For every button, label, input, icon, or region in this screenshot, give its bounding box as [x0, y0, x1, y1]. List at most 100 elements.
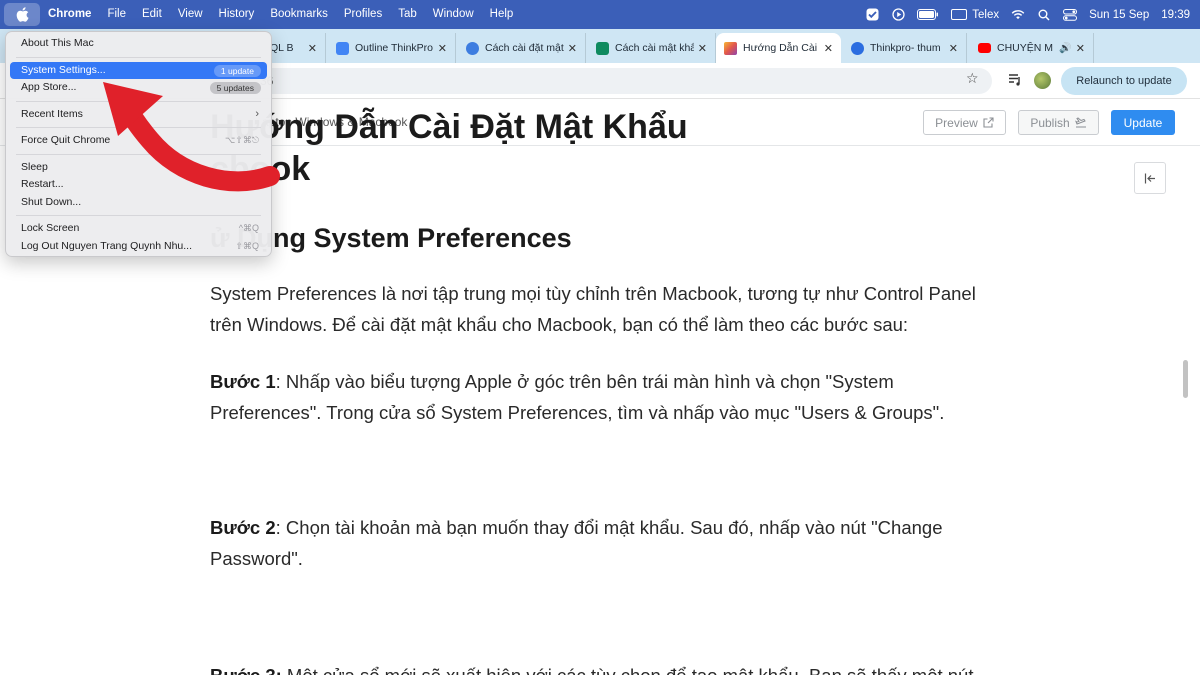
menu-bookmarks[interactable]: Bookmarks — [262, 0, 336, 29]
tab-youtube[interactable]: CHUYỆN M 🔊 ✕ — [970, 33, 1094, 63]
menu-item-label: About This Mac — [21, 37, 94, 49]
close-icon[interactable]: ✕ — [949, 42, 958, 55]
chevron-right-icon: › — [255, 107, 259, 120]
menubar-date[interactable]: Sun 15 Sep — [1089, 9, 1149, 21]
update-button[interactable]: Update — [1111, 110, 1175, 135]
menu-item-label: Recent Items — [21, 107, 83, 120]
airplane-icon — [1074, 117, 1086, 128]
menu-item-system-settings[interactable]: System Settings... 1 update — [10, 61, 267, 79]
menu-window[interactable]: Window — [425, 0, 482, 29]
wifi-icon[interactable] — [1011, 8, 1025, 22]
speaker-icon[interactable]: 🔊 — [1059, 43, 1071, 54]
step-text: : Nhấp vào biểu tượng Apple ở góc trên b… — [210, 371, 945, 423]
publish-label: Publish — [1030, 115, 1070, 130]
menu-item-label: Force Quit Chrome — [21, 134, 111, 146]
tab-outline-thinkpro[interactable]: Outline ThinkPro ✕ — [328, 33, 456, 63]
menu-item-label: System Settings... — [21, 63, 106, 76]
menubar-time[interactable]: 19:39 — [1161, 9, 1190, 21]
menu-item-log-out[interactable]: Log Out Nguyen Trang Quynh Nhu... ⇧⌘Q — [10, 238, 267, 256]
close-icon[interactable]: ✕ — [438, 42, 447, 55]
tab-thinkpro-thumb[interactable]: Thinkpro- thum ✕ — [843, 33, 967, 63]
youtube-icon — [978, 43, 991, 53]
tab-huong-dan-cai[interactable]: Hướng Dẫn Cài ✕ — [716, 33, 841, 63]
update-badge: 5 updates — [209, 82, 261, 94]
site-logo-icon — [724, 41, 737, 55]
article-title-line-1[interactable]: Hướng Dẫn Cài Đặt Mật Khẩu — [210, 108, 688, 147]
relaunch-to-update-button[interactable]: Relaunch to update — [1061, 67, 1187, 95]
tab-cach-cai-dat[interactable]: Cách cài đặt mật ✕ — [458, 33, 586, 63]
tab-label: Cách cài đặt mật — [485, 42, 564, 54]
menu-tab[interactable]: Tab — [390, 0, 425, 29]
menu-item-sleep[interactable]: Sleep — [10, 159, 267, 177]
keyboard-shortcut: ^⌘Q — [238, 223, 259, 233]
preview-button[interactable]: Preview — [923, 110, 1006, 135]
input-method-label: Telex — [972, 8, 1000, 21]
scrollbar-thumb[interactable] — [1183, 360, 1188, 398]
site-icon — [466, 41, 479, 55]
close-icon[interactable]: ✕ — [308, 42, 317, 55]
menu-separator — [16, 153, 261, 155]
step-text: : Chọn tài khoản mà bạn muốn thay đổi mậ… — [210, 517, 943, 569]
keyboard-shortcut: ⇧⌘Q — [235, 240, 259, 251]
menu-separator — [16, 100, 261, 102]
external-link-icon — [983, 117, 994, 128]
address-bar[interactable]: 36 — [200, 68, 992, 94]
menu-item-shut-down[interactable]: Shut Down... — [10, 194, 267, 212]
menu-separator — [16, 215, 261, 216]
collapse-sidebar-button[interactable] — [1134, 162, 1166, 194]
menu-view[interactable]: View — [170, 0, 211, 29]
control-center-icon[interactable] — [1063, 8, 1078, 22]
profile-avatar[interactable] — [1034, 72, 1051, 89]
menu-item-recent-items[interactable]: Recent Items › — [10, 106, 267, 124]
arrow-collapse-icon — [1144, 173, 1155, 183]
update-badge: 1 update — [213, 64, 261, 77]
docs-icon — [336, 41, 349, 55]
article-step-3[interactable]: Bước 3: Một cửa sổ mới sẽ xuất hiện với … — [210, 660, 980, 675]
close-icon[interactable]: ✕ — [1076, 42, 1085, 55]
play-status-icon[interactable] — [891, 8, 905, 22]
tab-label: Thinkpro- thum — [870, 42, 941, 54]
menu-help[interactable]: Help — [482, 0, 522, 29]
menu-item-label: Shut Down... — [21, 195, 82, 208]
search-icon[interactable] — [1037, 8, 1051, 22]
tab-label: CHUYỆN M — [997, 42, 1054, 54]
battery-icon[interactable] — [917, 8, 939, 22]
step-label: Bước 3: — [210, 665, 282, 675]
step-text: Một cửa sổ mới sẽ xuất hiện với các tùy … — [282, 665, 974, 675]
menu-profiles[interactable]: Profiles — [336, 0, 390, 29]
menu-history[interactable]: History — [211, 0, 263, 29]
tab-label: Outline ThinkPro — [355, 42, 434, 54]
close-icon[interactable]: ✕ — [568, 42, 577, 55]
menu-item-restart[interactable]: Restart... — [10, 176, 267, 194]
menu-edit[interactable]: Edit — [134, 0, 170, 29]
article-step-1[interactable]: Bước 1: Nhấp vào biểu tượng Apple ở góc … — [210, 366, 980, 428]
menu-bar: Chrome File Edit View History Bookmarks … — [0, 0, 1200, 29]
menu-item-force-quit[interactable]: Force Quit Chrome ⌥⇧⌘⎋ — [10, 132, 267, 150]
close-icon[interactable]: ✕ — [824, 42, 833, 55]
menu-separator — [16, 127, 261, 128]
input-method[interactable]: Telex — [951, 9, 999, 21]
media-controls-icon[interactable] — [1008, 73, 1022, 87]
article-step-2[interactable]: Bước 2: Chọn tài khoản mà bạn muốn thay … — [210, 512, 980, 574]
apple-menu-icon[interactable] — [4, 3, 40, 26]
publish-button[interactable]: Publish — [1018, 110, 1099, 135]
tab-label: QL B — [270, 42, 294, 54]
menu-file[interactable]: File — [99, 0, 134, 29]
menu-item-about-this-mac[interactable]: About This Mac — [10, 35, 267, 53]
keyboard-shortcut: ⌥⇧⌘⎋ — [224, 135, 259, 145]
close-icon[interactable]: ✕ — [698, 42, 707, 55]
article-paragraph-1[interactable]: System Preferences là nơi tập trung mọi … — [210, 278, 980, 340]
menu-app-name[interactable]: Chrome — [40, 0, 99, 29]
bookmark-star-icon[interactable]: ☆ — [966, 70, 979, 87]
step-label: Bước 1 — [210, 371, 276, 392]
menu-item-lock-screen[interactable]: Lock Screen ^⌘Q — [10, 220, 267, 238]
tab-label: Hướng Dẫn Cài — [743, 42, 818, 54]
menu-item-app-store[interactable]: App Store... 5 updates — [10, 79, 267, 97]
menu-item-label: Lock Screen — [21, 222, 80, 234]
tab-label: Cách cài mật khẩ — [615, 42, 694, 54]
tab-cach-cai-mat-khau[interactable]: Cách cài mật khẩ ✕ — [588, 33, 716, 63]
site-icon — [851, 41, 864, 55]
checkmark-status-icon[interactable] — [865, 8, 879, 22]
menu-item-label: App Store... — [21, 81, 77, 93]
menu-item-label: Restart... — [21, 178, 64, 190]
